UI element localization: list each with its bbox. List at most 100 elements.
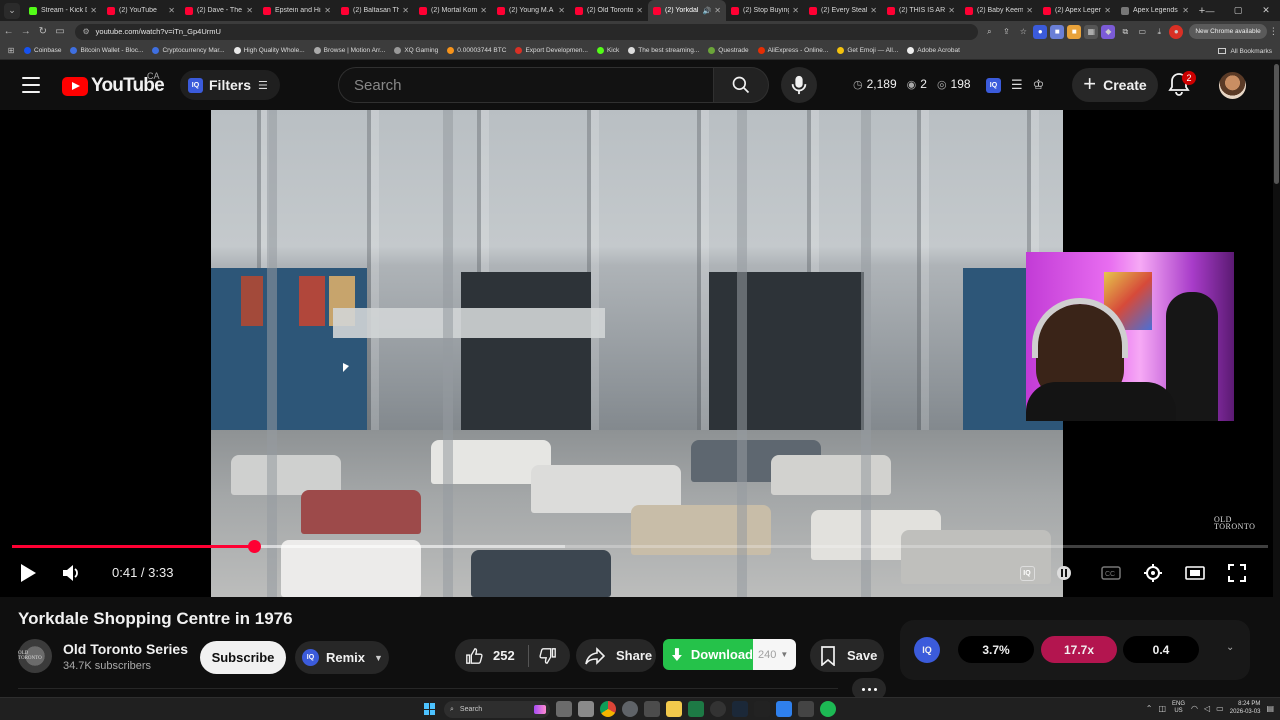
close-tab-icon[interactable]: ✕: [324, 6, 331, 15]
obs-icon[interactable]: [710, 701, 726, 717]
theater-mode-button[interactable]: [1181, 559, 1209, 587]
tray-chevron-icon[interactable]: ⌃: [1146, 704, 1153, 713]
tab-groups-icon[interactable]: ▭: [51, 23, 68, 41]
forward-icon[interactable]: →: [17, 23, 34, 41]
channel-avatar[interactable]: OLD TORONTO: [18, 639, 52, 673]
site-info-icon[interactable]: ⚙: [83, 27, 90, 36]
bookmark-item[interactable]: Adobe Acrobat: [907, 47, 960, 54]
close-tab-icon[interactable]: ✕: [636, 6, 643, 15]
bookmark-item[interactable]: XQ Gaming: [394, 47, 438, 54]
scrollbar-thumb[interactable]: [1274, 64, 1279, 184]
battery-icon[interactable]: ▭: [1216, 704, 1224, 713]
download-button[interactable]: Download: [663, 639, 753, 670]
apps-grid-icon[interactable]: ⊞: [0, 46, 22, 55]
task-view-icon[interactable]: [556, 701, 572, 717]
wifi-icon[interactable]: ◠: [1191, 704, 1198, 713]
extension-icon[interactable]: ■: [1067, 24, 1082, 39]
language-indicator[interactable]: ENG US: [1172, 701, 1185, 715]
close-tab-icon[interactable]: ✕: [558, 6, 565, 15]
iq-logo-icon[interactable]: IQ: [914, 637, 940, 663]
scrubber-handle[interactable]: [247, 540, 261, 553]
trophy-icon[interactable]: ♔: [1033, 77, 1045, 93]
pause-toggle-button[interactable]: [1050, 559, 1078, 587]
browser-tab[interactable]: (2) Apex Legen ✕: [1038, 0, 1116, 21]
browser-tab[interactable]: (2) Yorkdal 🔊 ✕: [648, 0, 726, 21]
download-tray-icon[interactable]: ⤓: [1152, 25, 1166, 39]
calculator-icon[interactable]: [644, 701, 660, 717]
share-button[interactable]: Share: [576, 639, 656, 672]
clock[interactable]: 8:24 PM 2026-03-03: [1230, 700, 1261, 716]
bookmark-item[interactable]: AliExpress - Online...: [757, 47, 828, 54]
browser-tab[interactable]: (2) Baby Keem ✕: [960, 0, 1038, 21]
browser-tab[interactable]: (2) YouTube ✕: [102, 0, 180, 21]
menu-icon[interactable]: [22, 77, 40, 93]
close-tab-icon[interactable]: ✕: [480, 6, 487, 15]
bookmark-item[interactable]: Export Developmen...: [515, 47, 588, 54]
close-window-icon[interactable]: ✕: [1252, 0, 1280, 21]
bookmark-item[interactable]: High Quality Whole...: [233, 47, 305, 54]
new-chrome-available-button[interactable]: New Chrome available: [1189, 24, 1267, 39]
bookmark-item[interactable]: Cryptocurrency Mar...: [152, 47, 225, 54]
vscode-icon[interactable]: [776, 701, 792, 717]
browser-tab[interactable]: Stream - Kick D ✕: [24, 0, 102, 21]
iq-player-button[interactable]: IQ: [1013, 559, 1041, 587]
bookmark-item[interactable]: Get Emoji — All...: [837, 47, 898, 54]
tab-search-icon[interactable]: ⌄: [4, 2, 20, 19]
voice-search-button[interactable]: [781, 67, 817, 103]
browser-tab[interactable]: (2) Young M.A ✕: [492, 0, 570, 21]
chrome-icon[interactable]: [600, 701, 616, 717]
filters-button[interactable]: IQ Filters ☰: [180, 70, 280, 100]
browser-tab[interactable]: (2) Old Toronto ✕: [570, 0, 648, 21]
play-button[interactable]: [14, 559, 42, 587]
close-tab-icon[interactable]: ✕: [90, 6, 97, 15]
share-page-icon[interactable]: ⇪: [999, 25, 1013, 39]
extension-icon[interactable]: ■: [1050, 24, 1065, 39]
app-icon[interactable]: [798, 701, 814, 717]
all-bookmarks-button[interactable]: All Bookmarks: [1218, 42, 1272, 60]
progress-bar[interactable]: [12, 540, 1268, 553]
steam-icon[interactable]: [732, 701, 748, 717]
audio-playing-icon[interactable]: 🔊: [703, 7, 712, 15]
close-tab-icon[interactable]: ✕: [792, 6, 799, 15]
queue-list-icon[interactable]: ☰: [1011, 77, 1023, 93]
search-input[interactable]: Search: [338, 67, 714, 103]
close-tab-icon[interactable]: ✕: [1182, 6, 1189, 15]
bookmark-star-icon[interactable]: ☆: [1016, 25, 1030, 39]
mute-button[interactable]: [57, 559, 85, 587]
video-frame[interactable]: [211, 110, 1063, 597]
youtube-logo[interactable]: YouTube CA: [62, 71, 165, 97]
channel-name[interactable]: Old Toronto Series: [63, 641, 188, 657]
create-button[interactable]: + Create: [1072, 68, 1158, 102]
bookmark-item[interactable]: Kick: [596, 47, 619, 54]
iq-extension-icon[interactable]: IQ: [986, 77, 1001, 93]
browser-tab[interactable]: (2) Dave - The ✕: [180, 0, 258, 21]
network-icon[interactable]: ◫: [1158, 704, 1166, 713]
notifications-button[interactable]: 2: [1168, 71, 1196, 98]
close-tab-icon[interactable]: ✕: [948, 6, 955, 15]
browser-tab[interactable]: Apex Legends ✕: [1116, 0, 1194, 21]
browser-tab[interactable]: (2) Stop Buying ✕: [726, 0, 804, 21]
chevron-down-icon[interactable]: ⌄: [1226, 642, 1234, 653]
captions-button[interactable]: CC: [1097, 559, 1125, 587]
close-tab-icon[interactable]: ✕: [1026, 6, 1033, 15]
profile-icon[interactable]: ●: [1169, 24, 1184, 39]
browser-tab[interactable]: (2) Baltasan Th ✕: [336, 0, 414, 21]
save-button[interactable]: Save: [810, 639, 884, 672]
bookmark-item[interactable]: 0.00003744 BTC: [447, 47, 506, 54]
browser-tab[interactable]: (2) Mortal Kom ✕: [414, 0, 492, 21]
remix-button[interactable]: IQ Remix ▼: [295, 641, 389, 674]
zoom-icon[interactable]: ⌕: [982, 25, 996, 39]
bookmark-item[interactable]: Bitcoin Wallet - Bloc...: [70, 47, 143, 54]
extension-icon[interactable]: ●: [1033, 24, 1048, 39]
excel-icon[interactable]: [688, 701, 704, 717]
extension-icon[interactable]: ◆: [1101, 24, 1116, 39]
fullscreen-button[interactable]: [1223, 559, 1251, 587]
bookmark-item[interactable]: The best streaming...: [628, 47, 699, 54]
settings-button[interactable]: [1139, 559, 1167, 587]
browser-tab[interactable]: (2) Every Steal ✕: [804, 0, 882, 21]
notes-app-icon[interactable]: [578, 701, 594, 717]
notification-center-icon[interactable]: ▤: [1266, 704, 1274, 713]
extension-icon[interactable]: ▦: [1084, 24, 1099, 39]
cast-icon[interactable]: ▭: [1135, 25, 1149, 39]
close-tab-icon[interactable]: ✕: [168, 6, 175, 15]
